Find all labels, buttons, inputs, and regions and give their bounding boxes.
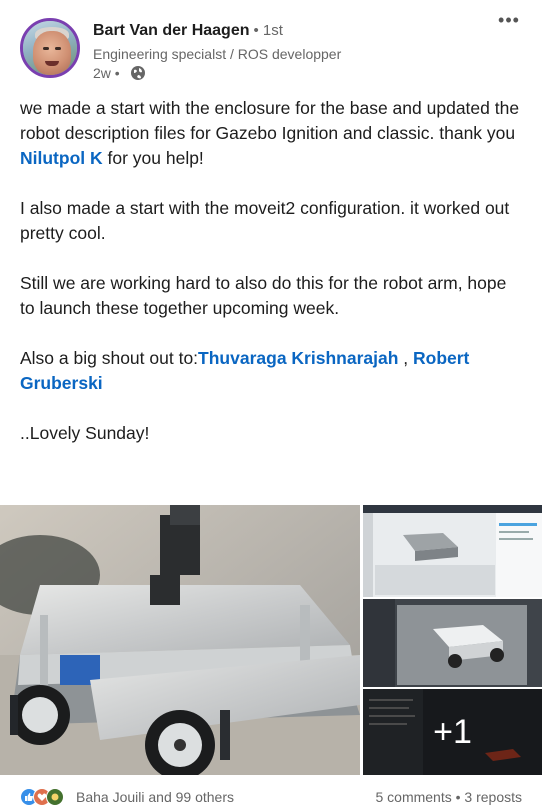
- robot-photo-illustration: [0, 505, 360, 775]
- post-text: ,: [398, 348, 413, 368]
- gazebo-screenshot-1[interactable]: [363, 505, 542, 597]
- globe-icon: [130, 66, 145, 80]
- reactions-count[interactable]: Baha Jouili and 99 others: [76, 789, 234, 805]
- post-paragraph-4: Also a big shout out to:Thuvaraga Krishn…: [20, 346, 525, 396]
- post-paragraph-1: we made a start with the enclosure for t…: [20, 96, 525, 171]
- robot-photo[interactable]: [0, 505, 360, 775]
- post-body: we made a start with the enclosure for t…: [20, 96, 525, 471]
- avatar-eye-left: [43, 47, 49, 50]
- post-meta: 2w •: [93, 65, 146, 81]
- support-icon: [46, 788, 64, 806]
- reaction-icons[interactable]: [20, 788, 64, 806]
- author-avatar[interactable]: [20, 18, 80, 78]
- avatar-face: [33, 31, 71, 75]
- more-horizontal-icon[interactable]: •••: [497, 11, 521, 30]
- author-headline: Engineering specialst / ROS developper: [93, 46, 342, 62]
- author-name-row: Bart Van der Haagen • 1st: [93, 22, 283, 40]
- author-name[interactable]: Bart Van der Haagen: [93, 22, 250, 39]
- avatar-eye-right: [55, 47, 61, 50]
- moveit-screenshot[interactable]: +1: [363, 689, 542, 775]
- gazebo-screenshot-2[interactable]: [363, 599, 542, 687]
- post-time: 2w •: [93, 65, 120, 81]
- more-photos-overlay[interactable]: +1: [363, 689, 542, 775]
- post-paragraph-3: Still we are working hard to also do thi…: [20, 273, 507, 318]
- post-text: Also a big shout out to:: [20, 348, 199, 368]
- comments-reposts-count[interactable]: 5 comments • 3 reposts: [375, 789, 522, 805]
- post-media: +1: [0, 505, 542, 775]
- post-paragraph-2: I also made a start with the moveit2 con…: [20, 198, 510, 243]
- post-header: Bart Van der Haagen • 1st Engineering spe…: [0, 0, 542, 90]
- post-text: for you help!: [102, 148, 204, 168]
- mention-link[interactable]: Thuvaraga Krishnarajah: [198, 348, 398, 368]
- mention-link[interactable]: Nilutpol K: [20, 148, 103, 168]
- post-text: we made a start with the enclosure for t…: [20, 98, 520, 143]
- gazebo-illustration-2: [363, 599, 542, 687]
- connection-degree: • 1st: [253, 22, 283, 39]
- gazebo-illustration-1: [363, 505, 542, 597]
- social-bar: Baha Jouili and 99 others 5 comments • 3…: [0, 780, 542, 811]
- post-paragraph-5: ..Lovely Sunday!: [20, 423, 150, 443]
